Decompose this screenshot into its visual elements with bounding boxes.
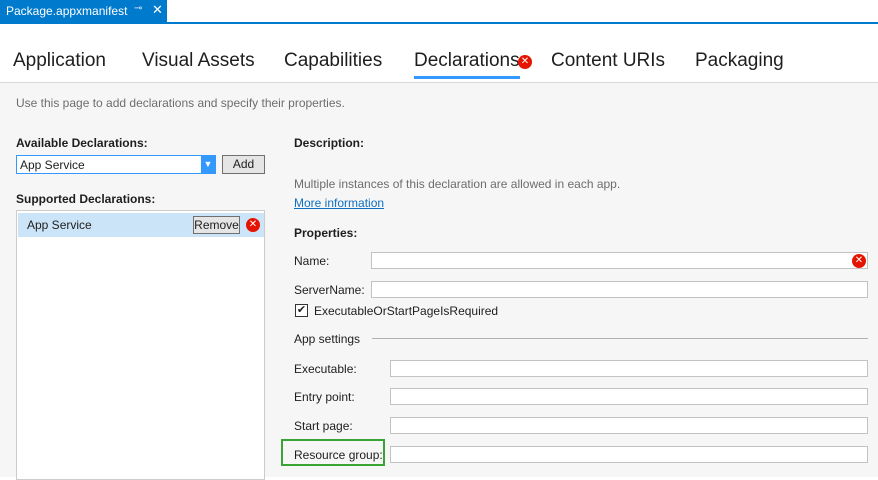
tab-packaging[interactable]: Packaging — [695, 50, 784, 72]
app-settings-divider — [372, 338, 868, 339]
properties-label: Properties: — [294, 226, 358, 240]
supported-declarations-label: Supported Declarations: — [16, 192, 156, 206]
more-information-link[interactable]: More information — [294, 196, 384, 210]
document-tab-strip: Package.appxmanifest ⊸ ✕ — [0, 0, 878, 24]
available-declarations-label: Available Declarations: — [16, 136, 148, 150]
tab-capabilities[interactable]: Capabilities — [284, 50, 382, 72]
app-settings-label: App settings — [294, 332, 361, 346]
entry-point-field[interactable] — [390, 388, 868, 405]
executable-label: Executable: — [294, 362, 357, 376]
manifest-designer: Application Visual Assets Capabilities D… — [0, 24, 878, 480]
tab-application[interactable]: Application — [13, 50, 106, 72]
list-item-name: App Service — [27, 218, 92, 232]
available-declarations-dropdown[interactable]: App Service ▼ — [16, 155, 216, 174]
remove-button[interactable]: Remove — [193, 216, 240, 234]
dropdown-selected-value: App Service — [20, 158, 85, 172]
list-item[interactable]: App Service Remove ✕ — [18, 213, 264, 237]
page-hint: Use this page to add declarations and sp… — [16, 96, 345, 110]
close-icon[interactable]: ✕ — [152, 2, 163, 18]
resource-group-label: Resource group: — [294, 448, 383, 462]
name-field[interactable] — [371, 252, 868, 269]
description-text: Multiple instances of this declaration a… — [294, 177, 621, 191]
resource-group-field[interactable] — [390, 446, 868, 463]
error-circle-icon: ✕ — [246, 218, 260, 232]
error-circle-icon: ✕ — [852, 254, 866, 268]
tab-declarations[interactable]: Declarations — [414, 50, 520, 79]
entry-point-label: Entry point: — [294, 390, 355, 404]
servername-field[interactable] — [371, 281, 868, 298]
tab-visual-assets[interactable]: Visual Assets — [142, 50, 255, 72]
document-tab[interactable]: Package.appxmanifest ⊸ ✕ — [0, 0, 167, 22]
error-circle-icon: ✕ — [518, 55, 532, 69]
supported-declarations-list[interactable]: App Service Remove ✕ — [16, 210, 265, 480]
servername-label: ServerName: — [294, 283, 365, 297]
executable-field[interactable] — [390, 360, 868, 377]
start-page-label: Start page: — [294, 419, 353, 433]
document-tab-title: Package.appxmanifest — [6, 4, 128, 18]
executable-required-label: ExecutableOrStartPageIsRequired — [314, 304, 499, 318]
start-page-field[interactable] — [390, 417, 868, 434]
name-label: Name: — [294, 254, 330, 268]
tab-content-uris[interactable]: Content URIs — [551, 50, 665, 72]
executable-required-checkbox[interactable]: ✔ — [295, 304, 308, 317]
pin-icon[interactable]: ⊸ — [134, 3, 142, 14]
description-label: Description: — [294, 136, 365, 150]
chevron-down-icon[interactable]: ▼ — [201, 156, 215, 173]
add-button[interactable]: Add — [222, 155, 265, 174]
page-tabs: Application Visual Assets Capabilities D… — [0, 24, 878, 83]
